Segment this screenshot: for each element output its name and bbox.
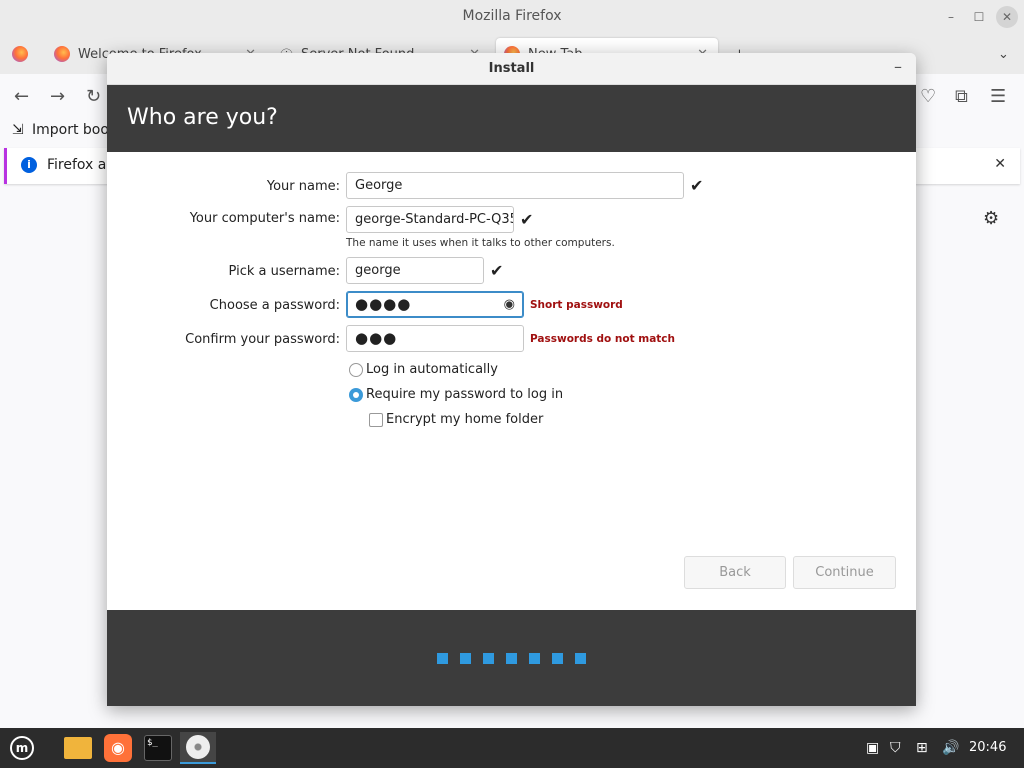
confirm-password-input[interactable]: ●●● (346, 325, 524, 352)
taskbar: m ◉ $_ ▣ ⛉ ⊞ 🔊 20:46 (0, 728, 1024, 768)
computer-name-hint: The name it uses when it talks to other … (346, 237, 615, 249)
firefox-titlebar: Mozilla Firefox – ☐ ✕ (0, 0, 1024, 34)
require-password-radio[interactable] (349, 388, 363, 402)
your-name-input[interactable]: George (346, 172, 684, 199)
progress-step (437, 653, 448, 664)
menu-icon[interactable]: ☰ (990, 86, 1006, 107)
firefox-launcher[interactable]: ◉ (100, 732, 136, 764)
firefox-window-title: Mozilla Firefox (462, 8, 562, 24)
chevron-down-icon[interactable]: ⌄ (990, 38, 1020, 70)
computer-name-input[interactable]: george-Standard-PC-Q35 (346, 206, 514, 233)
encrypt-home-label[interactable]: Encrypt my home folder (386, 412, 543, 427)
network-icon[interactable]: ⊞ (916, 740, 928, 756)
password-input[interactable]: ●●●● ◉ (346, 291, 524, 318)
progress-step (575, 653, 586, 664)
minimize-icon[interactable]: – (940, 6, 962, 28)
forward-arrow-icon[interactable]: → (50, 86, 65, 107)
installer-progress-footer (107, 610, 916, 706)
firefox-logo-icon (12, 46, 28, 62)
info-icon: i (21, 157, 37, 173)
auto-login-label[interactable]: Log in automatically (366, 362, 498, 377)
disc-icon (186, 735, 210, 759)
progress-step (460, 653, 471, 664)
your-name-label: Your name: (266, 179, 340, 194)
check-icon: ✔ (520, 210, 534, 229)
back-arrow-icon[interactable]: ← (14, 86, 29, 107)
eye-icon[interactable]: ◉ (504, 297, 515, 312)
progress-step (483, 653, 494, 664)
shield-icon[interactable]: ⛉ (890, 740, 901, 756)
dialog-title: Install (488, 61, 535, 76)
firefox-view-button[interactable] (4, 38, 40, 70)
installer-task[interactable] (180, 732, 216, 764)
dialog-titlebar: Install – (107, 53, 916, 85)
mint-logo-icon: m (10, 736, 34, 760)
terminal-launcher[interactable]: $_ (140, 732, 176, 764)
volume-icon[interactable]: 🔊 (942, 740, 959, 756)
maximize-icon[interactable]: ☐ (968, 6, 990, 28)
confirm-password-label: Confirm your password: (185, 332, 340, 347)
confirm-password-dots: ●●● (355, 329, 398, 347)
username-input[interactable]: george (346, 257, 484, 284)
pocket-icon[interactable]: ♡ (920, 86, 936, 107)
continue-button[interactable]: Continue (793, 556, 896, 589)
password-match-status: Passwords do not match (530, 333, 676, 345)
firefox-logo-icon (54, 46, 70, 62)
install-dialog: Install – Who are you? Your name: George… (107, 53, 916, 706)
auto-login-radio[interactable] (349, 363, 363, 377)
page-title: Who are you? (127, 105, 278, 130)
gear-icon[interactable]: ⚙ (983, 208, 999, 229)
dialog-header: Who are you? (107, 85, 916, 152)
computer-name-label: Your computer's name: (189, 211, 340, 226)
terminal-icon: $_ (144, 735, 172, 761)
close-icon[interactable]: ✕ (996, 6, 1018, 28)
username-label: Pick a username: (228, 264, 340, 279)
encrypt-home-checkbox[interactable] (369, 413, 383, 427)
firefox-icon: ◉ (104, 734, 132, 762)
password-strength-status: Short password (530, 299, 623, 311)
progress-step (552, 653, 563, 664)
check-icon: ✔ (690, 176, 704, 195)
files-launcher[interactable] (60, 732, 96, 764)
menu-button[interactable]: m (4, 732, 40, 764)
back-button[interactable]: Back (684, 556, 786, 589)
password-dots: ●●●● (355, 295, 412, 313)
reload-icon[interactable]: ↻ (86, 86, 101, 107)
import-bookmarks-icon: ⇲ (12, 122, 24, 138)
check-icon: ✔ (490, 261, 504, 280)
progress-step (506, 653, 517, 664)
updates-icon[interactable]: ▣ (866, 740, 879, 756)
progress-step (529, 653, 540, 664)
minimize-icon[interactable]: – (894, 57, 902, 76)
clock[interactable]: 20:46 (969, 740, 1006, 755)
require-password-label[interactable]: Require my password to log in (366, 387, 563, 402)
import-bookmarks-link[interactable]: Import book (32, 122, 117, 138)
extensions-icon[interactable]: ⧉ (955, 86, 968, 107)
folder-icon (64, 737, 92, 759)
password-label: Choose a password: (209, 298, 340, 313)
close-icon[interactable]: ✕ (994, 156, 1006, 172)
